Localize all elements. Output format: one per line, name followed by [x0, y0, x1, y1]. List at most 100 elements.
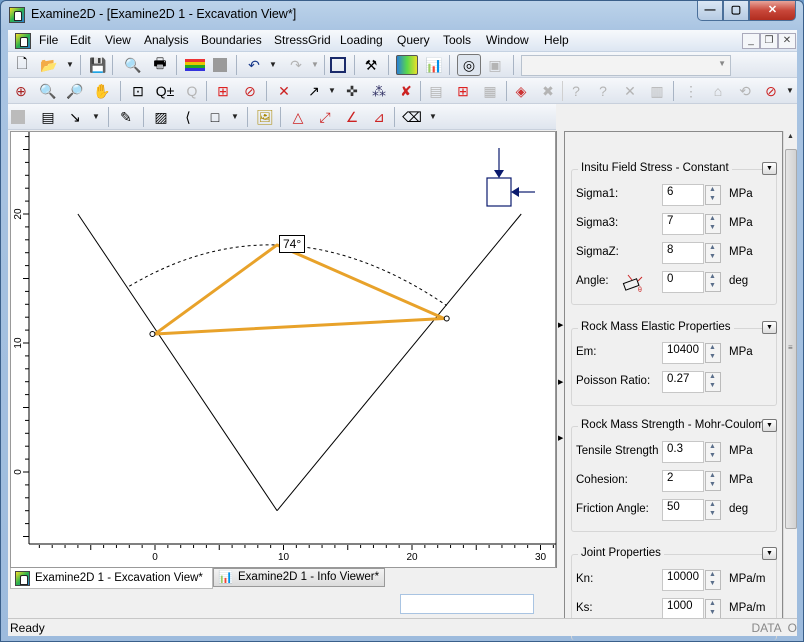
split-view-icon[interactable] [330, 57, 346, 73]
dimension-icon[interactable]: ⤢ [315, 107, 335, 127]
kn-input[interactable]: 10000 [662, 569, 704, 591]
menu-analysis[interactable]: Analysis [144, 33, 189, 47]
scroll-thumb[interactable]: ≡ [785, 149, 797, 529]
em-input[interactable]: 10400 [662, 342, 704, 364]
undo-dropdown-icon[interactable]: ▼ [269, 55, 277, 75]
add-vertex-icon[interactable]: ↗ [304, 81, 324, 101]
pan-icon[interactable]: ✋ [92, 81, 112, 101]
spin-down-icon[interactable]: ▼ [709, 282, 716, 289]
pencil-icon[interactable]: ✎ [116, 107, 136, 127]
ks-spinner[interactable]: ▲ ▼ [705, 599, 721, 619]
ruler-icon[interactable]: ∠ [342, 107, 362, 127]
spin-up-icon[interactable]: ▲ [709, 244, 716, 251]
group-menu-button[interactable]: ▼ [762, 162, 777, 175]
spin-down-icon[interactable]: ▼ [709, 353, 716, 360]
print-icon[interactable]: 🖶 [150, 55, 170, 75]
kn-spinner[interactable]: ▲ ▼ [705, 570, 721, 590]
collapse-arrow-icon[interactable]: ▶ [558, 434, 563, 442]
menu-file[interactable]: File [39, 33, 58, 47]
cohesion-spinner[interactable]: ▲ ▼ [705, 471, 721, 491]
print-preview-icon[interactable]: 🔍 [123, 55, 143, 75]
arrow-icon[interactable]: ↘ [65, 107, 85, 127]
angle-icon[interactable]: △ [288, 107, 308, 127]
spin-up-icon[interactable]: ▲ [709, 571, 716, 578]
spin-down-icon[interactable]: ▼ [709, 609, 716, 616]
zoom-plus-minus-icon[interactable]: Q± [155, 81, 175, 101]
maximize-button[interactable]: ▢ [723, 1, 749, 21]
spin-down-icon[interactable]: ▼ [709, 195, 716, 202]
hatch-icon[interactable]: ▨ [151, 107, 171, 127]
open-dropdown-icon[interactable]: ▼ [66, 55, 74, 75]
group-menu-button[interactable]: ▼ [762, 547, 777, 560]
eraser-icon[interactable]: ⌫ [402, 107, 422, 127]
sigma1-input[interactable]: 6 [662, 184, 704, 206]
excavation-view[interactable]: 0 10 20 30 0 10 20 74° [10, 131, 557, 568]
save-icon[interactable]: 💾 [88, 55, 108, 75]
menu-tools[interactable]: Tools [443, 33, 471, 47]
mdi-minimize-button[interactable]: _ [742, 33, 760, 49]
spin-up-icon[interactable]: ▲ [709, 186, 716, 193]
spin-down-icon[interactable]: ▼ [709, 382, 716, 389]
doc-icon[interactable] [15, 33, 31, 49]
sigma3-input[interactable]: 7 [662, 213, 704, 235]
vertex-dropdown-icon[interactable]: ▼ [328, 81, 336, 101]
rectangle-icon[interactable]: □ [205, 107, 225, 127]
view-combo[interactable]: ▼ [521, 55, 731, 76]
move-vertex-icon[interactable]: ✜ [342, 81, 362, 101]
notes-icon[interactable]: ▤ [38, 107, 58, 127]
spin-up-icon[interactable]: ▲ [709, 373, 716, 380]
collapse-arrow-icon[interactable]: ▶ [558, 378, 563, 386]
panel-splitter[interactable]: ▶ ▶ ▶ [556, 131, 564, 568]
tab-excavation-view[interactable]: Examine2D 1 - Excavation View* [10, 568, 213, 589]
vertical-dimension-icon[interactable]: ⊿ [369, 107, 389, 127]
tab-info-viewer[interactable]: 📊 Examine2D 1 - Info Viewer* [213, 568, 385, 587]
tensile-strength-input[interactable]: 0.3 [662, 441, 704, 463]
undo-icon[interactable]: ↶ [244, 55, 264, 75]
poisson-ratio-spinner[interactable]: ▲ ▼ [705, 372, 721, 392]
close-button[interactable]: ✕ [749, 1, 796, 21]
mdi-restore-button[interactable]: ❐ [760, 33, 778, 49]
panel-scrollbar[interactable]: ▲ ≡ ▼ [783, 131, 797, 636]
interpret-icon[interactable] [396, 55, 418, 75]
spin-up-icon[interactable]: ▲ [709, 273, 716, 280]
delete-vertex-icon[interactable]: ✕ [274, 81, 294, 101]
friction-angle-input[interactable]: 50 [662, 499, 704, 521]
poisson-ratio-input[interactable]: 0.27 [662, 371, 704, 393]
menu-view[interactable]: View [105, 33, 131, 47]
cohesion-input[interactable]: 2 [662, 470, 704, 492]
arrow-dropdown-icon[interactable]: ▼ [92, 107, 100, 127]
menu-query[interactable]: Query [397, 33, 430, 47]
open-folder-icon[interactable]: 📂 [39, 55, 59, 75]
menu-stressgrid[interactable]: StressGrid [274, 33, 331, 47]
zoom-all-icon[interactable]: ⊕ [11, 81, 31, 101]
collapse-arrow-icon[interactable]: ▶ [558, 321, 563, 329]
image-icon[interactable]: 🖼 [255, 107, 275, 127]
angle-input[interactable]: 0 [662, 271, 704, 293]
em-spinner[interactable]: ▲ ▼ [705, 343, 721, 363]
delete-snap-icon[interactable]: ✘ [396, 81, 416, 101]
mdi-close-button[interactable]: ✕ [778, 33, 796, 49]
spin-down-icon[interactable]: ▼ [709, 452, 716, 459]
spin-up-icon[interactable]: ▲ [709, 600, 716, 607]
sigma1-spinner[interactable]: ▲ ▼ [705, 185, 721, 205]
sigma3-spinner[interactable]: ▲ ▼ [705, 214, 721, 234]
eraser-dropdown-icon[interactable]: ▼ [429, 107, 437, 127]
group-menu-button[interactable]: ▼ [762, 321, 777, 334]
snap-icon[interactable]: ⁂ [369, 81, 389, 101]
spin-up-icon[interactable]: ▲ [709, 215, 716, 222]
spin-down-icon[interactable]: ▼ [709, 510, 716, 517]
friction-angle-spinner[interactable]: ▲ ▼ [705, 500, 721, 520]
sigmaz-input[interactable]: 8 [662, 242, 704, 264]
zoom-out-icon[interactable]: 🔎 [65, 81, 85, 101]
menu-edit[interactable]: Edit [70, 33, 91, 47]
spin-up-icon[interactable]: ▲ [709, 501, 716, 508]
menu-loading[interactable]: Loading [340, 33, 383, 47]
new-file-icon[interactable]: 🗋 [12, 55, 32, 75]
shape-dropdown-icon[interactable]: ▼ [231, 107, 239, 127]
spin-down-icon[interactable]: ▼ [709, 481, 716, 488]
zoom-window-icon[interactable]: ⊡ [128, 81, 148, 101]
polyline-icon[interactable]: ⟨ [178, 107, 198, 127]
spin-up-icon[interactable]: ▲ [709, 344, 716, 351]
menu-help[interactable]: Help [544, 33, 569, 47]
no-boundary-icon[interactable]: ⊘ [761, 81, 781, 101]
